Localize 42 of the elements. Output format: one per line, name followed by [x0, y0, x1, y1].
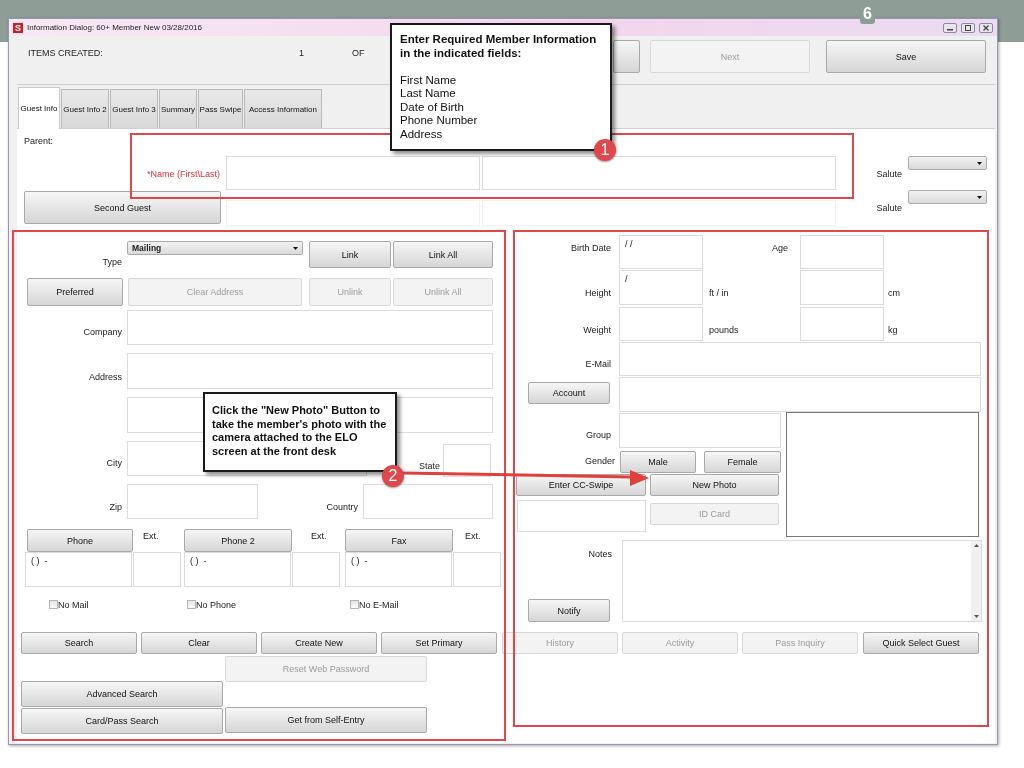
field-label: Age — [772, 242, 788, 254]
ext-label: Ext. — [311, 530, 327, 542]
checkbox-label: No E-Mail — [359, 599, 399, 611]
field-label: Zip — [109, 501, 122, 513]
callout-text: First Name — [400, 73, 458, 87]
field-label: State — [419, 460, 440, 472]
field-label: Salute — [876, 202, 902, 214]
field-label: Company — [83, 326, 122, 338]
field-label: Country — [326, 501, 358, 513]
items-created-label: ITEMS CREATED: — [28, 47, 103, 59]
callout-text: Address — [400, 127, 444, 141]
checkbox-label: No Phone — [196, 599, 237, 611]
item-count: 1 — [299, 47, 304, 59]
callout-text: Last Name — [400, 87, 457, 101]
unit-label: cm — [888, 287, 900, 299]
field-label: Type — [102, 256, 122, 268]
field-label: City — [106, 457, 122, 469]
callout-text: Date of Birth — [400, 100, 465, 114]
field-label: Address — [88, 371, 122, 383]
field-label: Group — [586, 429, 611, 441]
field-label: E-Mail — [585, 358, 611, 370]
field-label: Height — [585, 287, 611, 299]
field-label: Parent: — [24, 135, 54, 147]
window-title: Information Dialog: 60+ Member New 03/28/2016 — [27, 23, 202, 32]
callout-text: Phone Number — [400, 114, 479, 128]
app-icon: S — [13, 22, 23, 33]
unit-label: kg — [888, 324, 898, 336]
of-label: OF — [352, 47, 365, 59]
slide-number: 6 — [860, 4, 875, 24]
field-label: Birth Date — [570, 242, 611, 254]
field-label: Gender — [584, 455, 615, 467]
callout-text: Click the "New Photo" Button to take the member's photo with the camera attached to the ELO screen at the front desk — [212, 404, 388, 458]
ext-label: Ext. — [465, 530, 481, 542]
ext-label: Ext. — [143, 530, 159, 542]
unit-label: pounds — [709, 324, 739, 336]
checkbox-label: No Mail — [58, 599, 89, 611]
field-label: Notes — [588, 548, 612, 560]
name-label: *Name (First\Last) — [147, 168, 220, 180]
callout-title: Enter Required Member Information in the indicated fields: — [400, 33, 598, 60]
field-label: Salute — [876, 168, 902, 180]
field-label: Weight — [583, 324, 611, 336]
unit-label: ft / in — [709, 287, 729, 299]
